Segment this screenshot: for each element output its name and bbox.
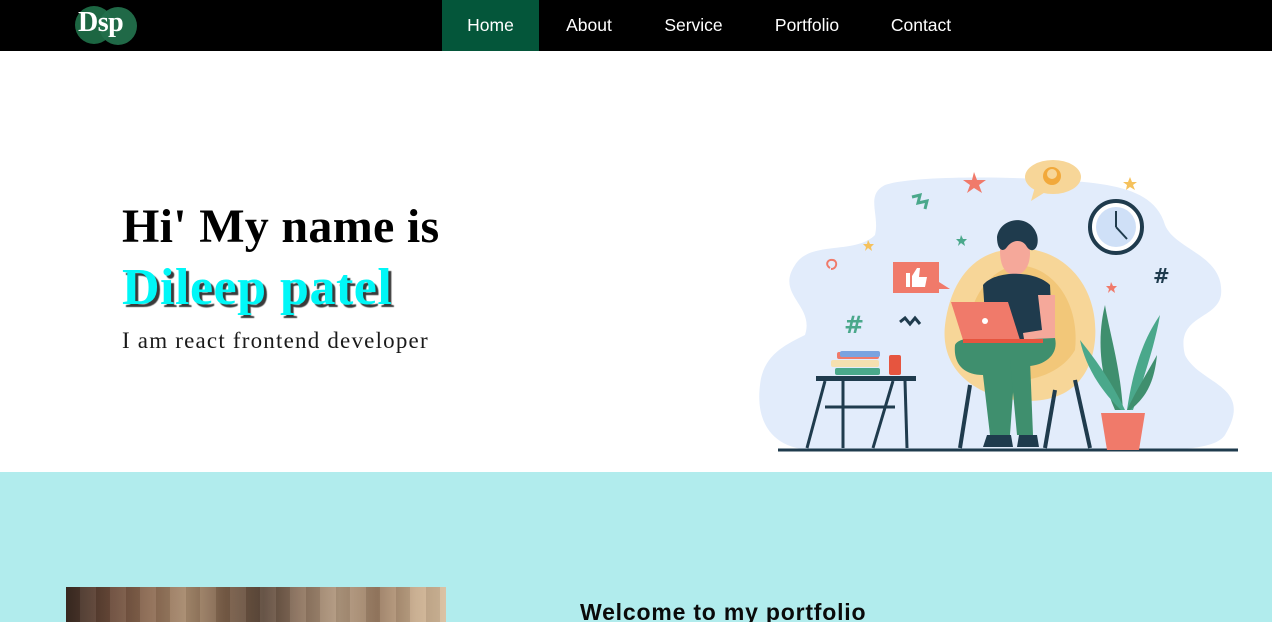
hashtag-icon: # [1153,264,1170,288]
book [840,351,880,357]
cup [889,355,901,375]
nav-item-portfolio[interactable]: Portfolio [748,0,866,51]
logo[interactable]: Dsp [73,4,139,46]
nav-item-home[interactable]: Home [442,0,539,51]
hero-role: I am react frontend developer [122,328,429,353]
nav-item-contact[interactable]: Contact [866,0,976,51]
navbar: Dsp Home About Service Portfolio Contact [0,0,1272,51]
hero-name: Dileep patel [122,259,393,316]
nav-item-about[interactable]: About [539,0,639,51]
about-section: Welcome to my portfolio [0,472,1272,622]
about-photo [66,587,446,622]
developer-illustration: # # [759,160,1238,452]
book [835,368,880,375]
about-title: Welcome to my portfolio [580,599,867,622]
book [831,360,879,367]
hero-greeting: Hi' My name is [122,200,440,253]
nav-item-service[interactable]: Service [639,0,748,51]
hashtag-icon: # [844,311,864,339]
clock-icon [1088,199,1144,255]
nav-menu: Home About Service Portfolio Contact [442,0,976,51]
logo-text: Dsp [78,7,124,38]
star-icon [1123,177,1137,190]
